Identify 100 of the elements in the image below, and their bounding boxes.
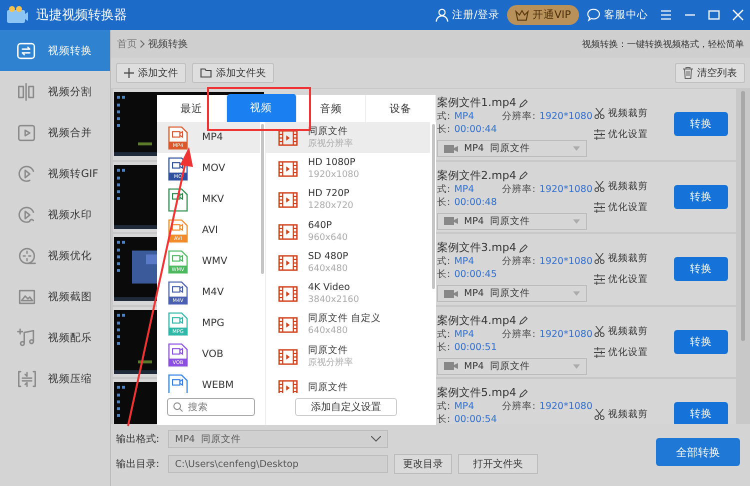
file-name: 案例文件1.mp4 [437,96,594,110]
scissors-icon [594,408,605,420]
format-value: MP4 [454,110,476,123]
resolution-label: 分辨率: [502,400,536,413]
optimize-link[interactable]: 优化设置 [594,128,674,142]
chevron-down-icon [371,436,381,442]
sliders-icon [594,274,605,286]
add-custom-button[interactable]: 添加自定义设置 [295,398,397,416]
pencil-icon[interactable] [519,388,528,398]
sliders-icon [594,129,605,140]
resolution-label: 分辨率: [502,255,536,268]
format-item[interactable]: MKV [157,184,260,215]
preset-item[interactable]: 640P 960x640 [266,216,430,248]
open-folder-button[interactable]: 打开文件夹 [458,454,538,474]
preset-item[interactable]: 同原文件 自定义 640x480 [266,310,430,342]
customer-service-link[interactable]: 客服中心 [587,8,648,22]
resolution-label: 分辨率: [502,110,536,123]
convert-button[interactable]: 转换 [674,257,728,282]
format-label: 式: [437,110,450,123]
resolution-value: 1920*1080 [539,182,593,196]
folder-icon [200,68,212,78]
dropdown-arrow-icon [573,291,580,296]
dropdown-arrow-icon [573,364,580,368]
sidebar-item[interactable]: 视频水印 [0,194,110,235]
sidebar-item[interactable]: 视频转换 [0,30,110,71]
sidebar-item[interactable]: 视频转GIF [0,153,110,194]
sidebar-item[interactable]: 视频合并 [0,112,110,153]
preset-item[interactable]: 同原文件 原视分辨率 [266,341,430,372]
crown-icon [515,9,530,21]
clear-list-button[interactable]: 清空列表 [675,63,745,83]
scrollbar-thumb[interactable] [432,124,435,289]
preset-item[interactable]: 同原文件 [266,372,430,393]
convert-all-button[interactable]: 全部转换 [656,438,740,466]
plus-icon [124,68,134,78]
duration-label: 长: [437,340,450,354]
preset-item[interactable]: SD 480P 640x480 [266,247,430,278]
format-tab[interactable]: 视频 [226,94,296,122]
scissors-icon [594,108,605,120]
sidebar-item[interactable]: 视频优化 [0,235,110,276]
trim-link[interactable]: 视频裁剪 [594,324,674,338]
change-directory-button[interactable]: 更改目录 [394,454,452,474]
optimize-link[interactable]: 优化设置 [594,273,674,286]
pencil-icon[interactable] [519,244,528,252]
file-name: 案例文件4.mp4 [437,314,594,328]
resolution-label: 分辨率: [502,328,536,340]
output-format-select[interactable]: MP4 同原文件 [168,430,388,448]
output-directory-field[interactable]: C:\Users\cenfeng\Desktop [168,455,388,473]
maximize-icon[interactable] [708,9,720,21]
chevron-icon [140,40,145,48]
trash-icon [683,67,693,79]
trim-link[interactable]: 视频裁剪 [594,107,674,120]
film-icon [278,130,298,146]
pencil-icon[interactable] [519,171,528,180]
resolution-value: 1920*1080 [539,328,593,340]
preset-item[interactable]: HD 1080P 1920x1080 [266,153,430,185]
film-icon [278,380,298,393]
scrollbar-thumb[interactable] [261,124,264,274]
add-folder-button[interactable]: 添加文件夹 [192,63,274,83]
duration-value: 00:00:44 [454,123,497,136]
format-value: MP4 [454,182,476,196]
output-directory-label: 输出目录: [116,458,160,471]
output-format-dropdown[interactable]: MP4 同原文件 [437,358,587,374]
search-field[interactable]: 搜索 [167,398,255,416]
resolution-value: 1920*1080 [539,255,593,268]
window-title: 迅捷视频转换器 [36,7,127,24]
sidebar-item[interactable]: 视频截图 [0,276,110,317]
trim-link[interactable]: 视频裁剪 [594,408,674,421]
add-file-button[interactable]: 添加文件 [116,63,186,83]
trim-link[interactable]: 视频裁剪 [594,180,674,193]
convert-button[interactable]: 转换 [674,112,728,136]
vip-button[interactable]: 开通VIP [507,5,579,25]
sidebar-item[interactable]: 视频压缩 [0,358,110,399]
sidebar-item[interactable]: 视频配乐 [0,317,110,358]
breadcrumb-link[interactable]: 视频转换 [148,37,188,51]
format-value: MP4 [454,328,476,340]
output-format-dropdown[interactable]: MP4 同原文件 [437,285,587,302]
output-format-dropdown[interactable]: MP4 同原文件 [437,212,587,230]
preset-item[interactable]: HD 720P 1280x720 [266,184,430,216]
format-label: 式: [437,328,450,340]
preset-item[interactable]: 4K Video 3840x2160 [266,278,430,310]
scissors-icon [594,180,605,192]
pencil-icon[interactable] [519,98,528,108]
convert-button[interactable]: 转换 [674,330,728,354]
convert-button[interactable]: 转换 [674,184,728,209]
format-item[interactable]: WEBM [157,370,260,393]
sliders-icon [594,346,605,358]
menu-icon[interactable] [660,9,672,21]
sidebar-item[interactable]: 视频分割 [0,71,110,112]
camera-icon [444,217,458,225]
optimize-link[interactable]: 优化设置 [594,346,674,359]
film-icon [278,192,298,208]
convert-button[interactable]: 转换 [674,402,728,424]
close-icon[interactable] [732,9,744,21]
output-format-dropdown[interactable]: MP4 同原文件 [437,140,587,157]
optimize-link[interactable]: 优化设置 [594,200,674,214]
login-link[interactable]: 注册/登录 [434,8,500,22]
trim-link[interactable]: 视频裁剪 [594,252,674,266]
pencil-icon[interactable] [519,316,528,325]
resolution-value: 1920*1080 [539,400,593,413]
scrollbar-thumb[interactable] [741,91,745,341]
